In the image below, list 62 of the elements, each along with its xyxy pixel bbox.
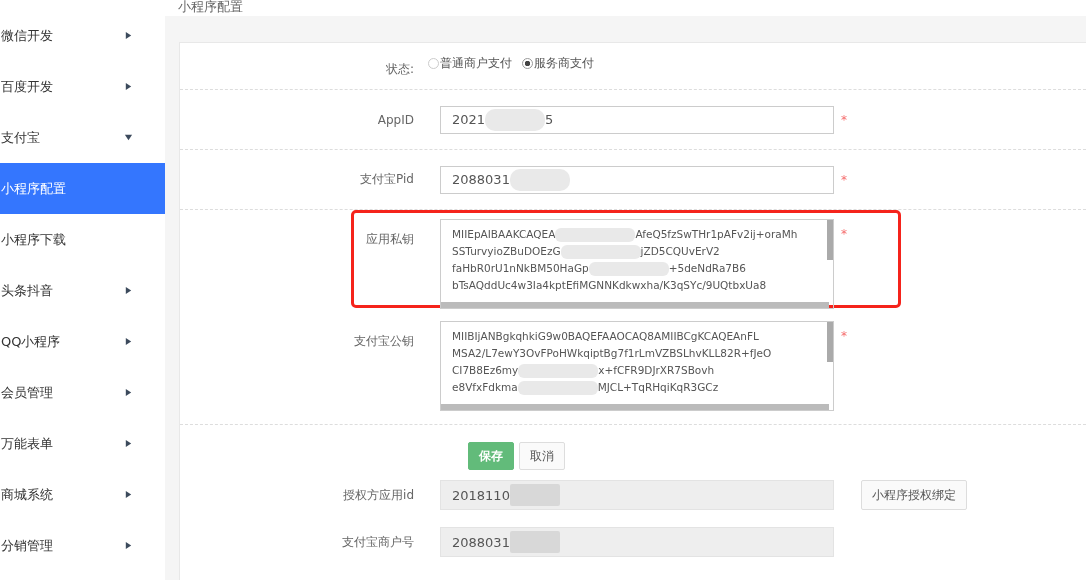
field-label: 状态: — [384, 61, 415, 78]
key-text: x+fCFR9DJrXR7SBovh — [598, 363, 715, 378]
key-text: MJCL+TqRHqiKqR3GCz — [597, 380, 719, 395]
scrollbar[interactable] — [827, 322, 833, 362]
sidebar-item[interactable]: 小程序配置 — [0, 163, 165, 214]
scrollbar[interactable] — [441, 302, 829, 308]
sidebar-item[interactable]: 微信开发 — [0, 10, 165, 61]
scrollbar[interactable] — [827, 220, 833, 260]
field-label: 支付宝商户号 — [341, 533, 415, 551]
radio-button[interactable] — [522, 58, 533, 69]
bind-button[interactable]: 小程序授权绑定 — [861, 480, 967, 510]
caret-icon — [124, 439, 133, 448]
caret-icon — [124, 286, 133, 295]
field-label: 支付宝Pid — [359, 171, 415, 188]
scrollbar[interactable] — [441, 404, 829, 410]
page-title: 小程序配置 — [165, 0, 1086, 16]
key-text: MIIBIjANBgkqhkiG9w0BAQEFAAOCAQ8AMIIBCgKCAQEAnFL — [452, 329, 759, 344]
radio-label[interactable]: 服务商支付 — [534, 55, 594, 72]
key-text: CI7B8Ez6my — [452, 363, 519, 378]
sidebar-item[interactable]: 分销管理 — [0, 520, 165, 571]
readonly-field: 2018110 — [440, 480, 834, 510]
field-label: 支付宝公钥 — [353, 333, 415, 350]
required-mark: * — [841, 172, 847, 187]
caret-icon — [124, 31, 133, 40]
textarea-field[interactable]: MIIEpAIBAAKCAQEA AfeQ5fzSwTHr1pAFv2ij+oraMh SSTurvyioZBuDOEzG jZD5CQUvErV2 faHbR0rU1nNkBM50HaGp +5deNdRa7B6 bTsAQddUc4w3Ia4kptEfiMGNNKdkwxha/K3qSYc/9UQtbxUa8 — [440, 219, 834, 309]
sidebar-item[interactable]: 小程序下载 — [0, 214, 165, 265]
key-text: +5deNdRa7B6 — [668, 261, 746, 276]
readonly-field: 2088031 — [440, 527, 834, 557]
sidebar-item[interactable]: 会员管理 — [0, 367, 165, 418]
key-text: SSTurvyioZBuDOEzG — [452, 244, 561, 259]
key-text: bTsAQddUc4w3Ia4kptEfiMGNNKdkwxha/K3qSYc/9UQtbxUa8 — [452, 278, 767, 293]
field-label: AppID — [376, 112, 415, 127]
redaction-blur — [485, 108, 546, 131]
key-text: jZD5CQUvErV2 — [640, 244, 720, 259]
caret-icon — [124, 337, 133, 346]
sidebar-item[interactable]: QQ小程序 — [0, 316, 165, 367]
sidebar-item[interactable]: 商城系统 — [0, 469, 165, 520]
caret-icon — [124, 490, 133, 499]
sidebar-item[interactable]: 万能表单 — [0, 418, 165, 469]
caret-icon — [124, 541, 133, 550]
required-mark: * — [841, 112, 847, 127]
input-field[interactable]: 2021 5 — [440, 105, 834, 134]
key-text: AfeQ5fzSwTHr1pAFv2ij+oraMh — [635, 227, 798, 242]
caret-icon — [124, 133, 133, 142]
sidebar-item[interactable]: 百度开发 — [0, 61, 165, 112]
sidebar-item[interactable]: 支付宝 — [0, 112, 165, 163]
textarea-field[interactable]: MIIBIjANBgkqhkiG9w0BAQEFAAOCAQ8AMIIBCgKCAQEAnFL MSA2/L7ewY3OvFPoHWkqiptBg7f1rLmVZBSLhvKLL82R+fJeO CI7B8Ez6my x+fCFR9DJrXR7SBovh e8VfxFdkma MJCL+TqRHqiKqR3GCz — [440, 321, 834, 411]
key-text: faHbR0rU1nNkBM50HaGp — [452, 261, 589, 276]
redaction-blur — [509, 168, 570, 191]
cancel-button[interactable]: 取消 — [519, 442, 565, 470]
caret-icon — [124, 388, 133, 397]
caret-icon — [124, 82, 133, 91]
input-field[interactable]: 2088031 — [440, 165, 834, 194]
key-text: MIIEpAIBAAKCAQEA — [452, 227, 556, 242]
field-label: 应用私钥 — [365, 231, 415, 248]
key-text: MSA2/L7ewY3OvFPoHWkqiptBg7f1rLmVZBSLhvKLL82R+fJeO — [452, 346, 772, 361]
radio-label[interactable]: 普通商户支付 — [440, 55, 512, 72]
required-mark: * — [841, 328, 847, 343]
required-mark: * — [841, 226, 847, 241]
field-label: 授权方应用id — [342, 486, 415, 504]
sidebar-item[interactable]: 头条抖音 — [0, 265, 165, 316]
key-text: e8VfxFdkma — [452, 380, 518, 395]
